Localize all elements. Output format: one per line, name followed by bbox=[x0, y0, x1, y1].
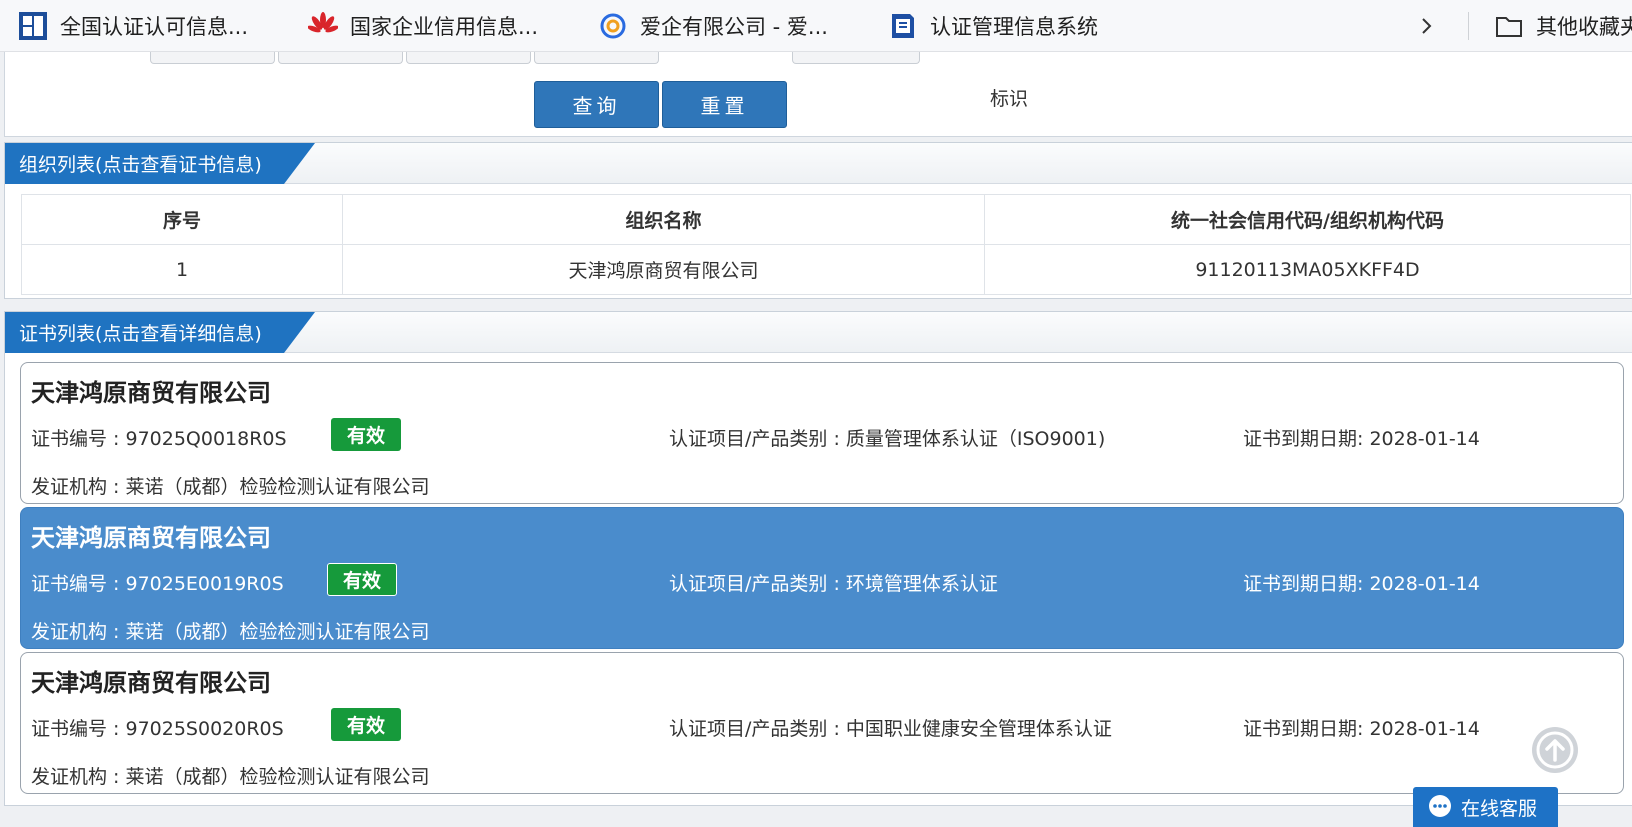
folder-icon bbox=[1494, 11, 1524, 41]
column-header-no: 序号 bbox=[21, 194, 343, 245]
cert-number: 证书编号 : 97025E0019R0S bbox=[31, 573, 284, 595]
column-header-name: 组织名称 bbox=[342, 194, 985, 245]
cert-system-icon bbox=[888, 11, 918, 41]
column-header-code: 统一社会信用代码/组织机构代码 bbox=[984, 194, 1631, 245]
reset-button[interactable]: 重置 bbox=[662, 81, 787, 128]
cert-card[interactable]: 天津鸿原商贸有限公司 证书编号 : 97025S0020R0S 有效 认证项目/… bbox=[20, 652, 1624, 794]
bookmark-cert-system[interactable]: 认证管理信息系统 bbox=[888, 0, 1098, 52]
org-table: 序号 组织名称 统一社会信用代码/组织机构代码 1 天津鸿原商贸有限公司 911… bbox=[21, 194, 1631, 295]
cert-issuer: 发证机构 : 莱诺（成都）检验检测认证有限公司 bbox=[31, 476, 430, 498]
bookmark-cnca[interactable]: 全国认证认可信息... bbox=[18, 0, 248, 52]
status-badge: 有效 bbox=[331, 708, 401, 741]
chat-icon bbox=[1429, 795, 1451, 817]
bookmark-label: 爱企有限公司 - 爱... bbox=[640, 15, 828, 39]
arrow-up-circle-icon bbox=[1536, 731, 1574, 769]
cert-category: 认证项目/产品类别 : 环境管理体系认证 bbox=[669, 573, 998, 595]
bookmark-gsxt[interactable]: 国家企业信用信息... bbox=[308, 0, 538, 52]
cert-number: 证书编号 : 97025Q0018R0S bbox=[31, 428, 287, 450]
row-no: 1 bbox=[21, 244, 343, 295]
bookmark-label: 国家企业信用信息... bbox=[350, 15, 539, 39]
huawei-like-icon bbox=[308, 11, 338, 41]
query-button[interactable]: 查询 bbox=[534, 81, 659, 128]
bookmark-label: 认证管理信息系统 bbox=[930, 15, 1098, 39]
chevron-right-icon[interactable] bbox=[1410, 10, 1442, 42]
tag-label: 标识 bbox=[990, 88, 1029, 110]
cert-org-name: 天津鸿原商贸有限公司 bbox=[31, 379, 271, 407]
cert-card[interactable]: 天津鸿原商贸有限公司 证书编号 : 97025Q0018R0S 有效 认证项目/… bbox=[20, 362, 1624, 504]
panel-header: 组织列表(点击查看证书信息) bbox=[5, 143, 1632, 184]
table-row[interactable]: 1 天津鸿原商贸有限公司 91120113MA05XKFF4D bbox=[21, 244, 1631, 295]
online-service-button[interactable]: 在线客服 bbox=[1413, 787, 1558, 827]
divider bbox=[1468, 12, 1469, 40]
row-org-name: 天津鸿原商贸有限公司 bbox=[342, 244, 985, 295]
cert-category: 认证项目/产品类别 : 质量管理体系认证（ISO9001) bbox=[669, 428, 1106, 450]
online-service-label: 在线客服 bbox=[1461, 797, 1538, 820]
cert-org-name: 天津鸿原商贸有限公司 bbox=[31, 669, 271, 697]
aiqi-icon bbox=[598, 11, 628, 41]
filter-tab[interactable] bbox=[278, 52, 403, 64]
scroll-to-top-button[interactable] bbox=[1532, 727, 1578, 773]
status-badge: 有效 bbox=[331, 418, 401, 451]
filter-tab[interactable] bbox=[534, 52, 659, 64]
panel-header: 证书列表(点击查看详细信息) bbox=[5, 312, 1632, 353]
org-list-title: 组织列表(点击查看证书信息) bbox=[5, 143, 315, 184]
other-bookmarks-folder[interactable]: 其他收藏夹 bbox=[1494, 0, 1632, 52]
filter-tab[interactable] bbox=[150, 52, 275, 64]
cert-expiry: 证书到期日期: 2028-01-14 bbox=[1243, 718, 1480, 740]
bookmark-label: 全国认证认可信息... bbox=[60, 15, 249, 39]
cert-number: 证书编号 : 97025S0020R0S bbox=[31, 718, 284, 740]
bookmarks-bar: 全国认证认可信息... 国家企业信用信息... 爱企有限公司 - 爱... 认证… bbox=[0, 0, 1632, 52]
cert-issuer: 发证机构 : 莱诺（成都）检验检测认证有限公司 bbox=[31, 766, 430, 788]
org-list-panel: 组织列表(点击查看证书信息) 序号 组织名称 统一社会信用代码/组织机构代码 1… bbox=[4, 142, 1632, 299]
cert-card-selected[interactable]: 天津鸿原商贸有限公司 证书编号 : 97025E0019R0S 有效 认证项目/… bbox=[20, 507, 1624, 649]
cert-org-name: 天津鸿原商贸有限公司 bbox=[31, 524, 271, 552]
cert-category: 认证项目/产品类别 : 中国职业健康安全管理体系认证 bbox=[669, 718, 1112, 740]
cert-expiry: 证书到期日期: 2028-01-14 bbox=[1243, 573, 1480, 595]
cert-expiry: 证书到期日期: 2028-01-14 bbox=[1243, 428, 1480, 450]
filter-tab[interactable] bbox=[792, 52, 920, 64]
cert-list-title: 证书列表(点击查看详细信息) bbox=[5, 312, 315, 353]
other-bookmarks-label: 其他收藏夹 bbox=[1536, 15, 1632, 39]
bookmark-aiqi[interactable]: 爱企有限公司 - 爱... bbox=[598, 0, 828, 52]
cnca-icon bbox=[18, 11, 48, 41]
cert-issuer: 发证机构 : 莱诺（成都）检验检测认证有限公司 bbox=[31, 621, 430, 643]
status-badge: 有效 bbox=[327, 563, 397, 596]
search-panel bbox=[4, 52, 1632, 137]
filter-tab[interactable] bbox=[406, 52, 531, 64]
row-credit-code: 91120113MA05XKFF4D bbox=[984, 244, 1631, 295]
